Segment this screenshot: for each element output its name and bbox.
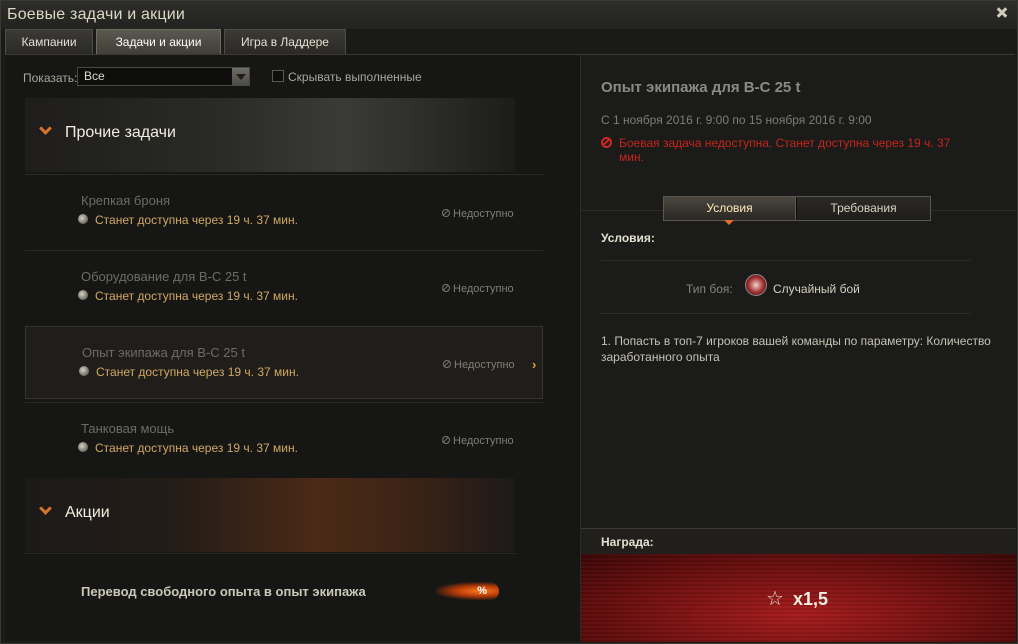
title-bar: Боевые задачи и акции bbox=[1, 1, 1017, 29]
show-filter-select[interactable]: Все bbox=[77, 67, 250, 86]
unavailable-icon bbox=[442, 209, 450, 217]
battle-type-label: Тип боя: bbox=[686, 282, 733, 296]
tab-campaigns[interactable]: Кампании bbox=[5, 29, 93, 54]
unavailable-icon bbox=[443, 360, 451, 368]
unavailable-warning-icon bbox=[601, 137, 612, 148]
reward-header: Награда: bbox=[581, 528, 1016, 554]
quest-availability: Станет доступна через 19 ч. 37 мин. bbox=[95, 441, 298, 455]
reward-label: Награда: bbox=[601, 535, 654, 549]
quest-details-title: Опыт экипажа для В-С 25 t bbox=[601, 79, 801, 96]
battle-type-value: Случайный бой bbox=[773, 282, 860, 296]
hide-completed-label[interactable]: Скрывать выполненные bbox=[288, 70, 422, 84]
show-filter-label: Показать: bbox=[23, 71, 78, 85]
promo-row[interactable]: Перевод свободного опыта в опыт экипажа … bbox=[25, 553, 515, 626]
status-dot-icon bbox=[78, 442, 88, 452]
subtab-requirements[interactable]: Требования bbox=[797, 197, 930, 220]
quest-row[interactable]: Танковая мощь Станет доступна через 19 ч… bbox=[25, 402, 543, 475]
quest-name: Крепкая броня bbox=[81, 193, 171, 208]
condition-text: 1. Попасть в топ-7 игроков вашей команды… bbox=[601, 334, 991, 364]
group-header-actions[interactable]: Акции bbox=[25, 478, 515, 552]
tab-quests-and-actions[interactable]: Задачи и акции bbox=[96, 29, 221, 54]
random-battle-icon bbox=[745, 274, 767, 296]
status-dot-icon bbox=[79, 366, 89, 376]
chevron-right-icon: › bbox=[532, 357, 537, 372]
unavailable-icon bbox=[442, 284, 450, 292]
hide-completed-checkbox[interactable] bbox=[272, 70, 284, 82]
close-icon[interactable] bbox=[993, 3, 1011, 21]
status-dot-icon bbox=[78, 214, 88, 224]
window-title: Боевые задачи и акции bbox=[7, 6, 185, 23]
group-header-other-quests[interactable]: Прочие задачи bbox=[25, 98, 515, 172]
chevron-down-icon bbox=[39, 504, 53, 518]
promo-title: Перевод свободного опыта в опыт экипажа bbox=[81, 584, 366, 599]
quest-row[interactable]: Оборудование для В-С 25 t Станет доступн… bbox=[25, 250, 543, 323]
crew-experience-star-icon: ☆ bbox=[766, 588, 784, 610]
quest-status: Недоступно bbox=[453, 435, 514, 447]
show-filter-value: Все bbox=[84, 69, 105, 83]
status-dot-icon bbox=[78, 290, 88, 300]
quest-name: Оборудование для В-С 25 t bbox=[81, 269, 247, 284]
quest-status: Недоступно bbox=[453, 283, 514, 295]
quest-name: Опыт экипажа для В-С 25 t bbox=[82, 345, 245, 360]
quest-date-range: С 1 ноября 2016 г. 9:00 по 15 ноября 201… bbox=[601, 113, 872, 127]
unavailable-icon bbox=[442, 436, 450, 444]
details-subtabs: Условия Требования bbox=[663, 196, 931, 225]
subtab-conditions[interactable]: Условия bbox=[664, 197, 796, 220]
discount-badge: % bbox=[435, 582, 499, 600]
divider bbox=[601, 313, 971, 314]
quest-name: Танковая мощь bbox=[81, 421, 175, 436]
reward-box: ☆ x1,5 bbox=[581, 554, 1016, 642]
content-area: Показать: Все Скрывать выполненные Прочи… bbox=[5, 54, 1016, 642]
quest-status: Недоступно bbox=[453, 208, 514, 220]
quest-details-panel: Опыт экипажа для В-С 25 t С 1 ноября 201… bbox=[580, 55, 1016, 642]
conditions-heading: Условия: bbox=[601, 231, 655, 245]
chevron-down-icon bbox=[39, 124, 53, 138]
unavailable-warning-text: Боевая задача недоступна. Станет доступн… bbox=[619, 136, 951, 164]
quest-row-selected[interactable]: Опыт экипажа для В-С 25 t Станет доступн… bbox=[25, 326, 543, 399]
divider bbox=[601, 260, 971, 261]
quest-row[interactable]: Крепкая броня Станет доступна через 19 ч… bbox=[25, 174, 543, 247]
reward-value: x1,5 bbox=[793, 589, 829, 609]
active-tab-pointer-icon bbox=[724, 220, 734, 225]
group-title: Прочие задачи bbox=[65, 124, 176, 141]
tab-ladder[interactable]: Игра в Ладдере bbox=[224, 29, 346, 54]
group-title: Акции bbox=[65, 504, 110, 521]
quests-window: Боевые задачи и акции Кампании Задачи и … bbox=[0, 0, 1018, 644]
quest-status: Недоступно bbox=[454, 359, 515, 371]
chevron-down-icon[interactable] bbox=[232, 68, 249, 85]
quest-availability: Станет доступна через 19 ч. 37 мин. bbox=[96, 365, 299, 379]
quest-availability: Станет доступна через 19 ч. 37 мин. bbox=[95, 289, 298, 303]
quest-availability: Станет доступна через 19 ч. 37 мин. bbox=[95, 213, 298, 227]
